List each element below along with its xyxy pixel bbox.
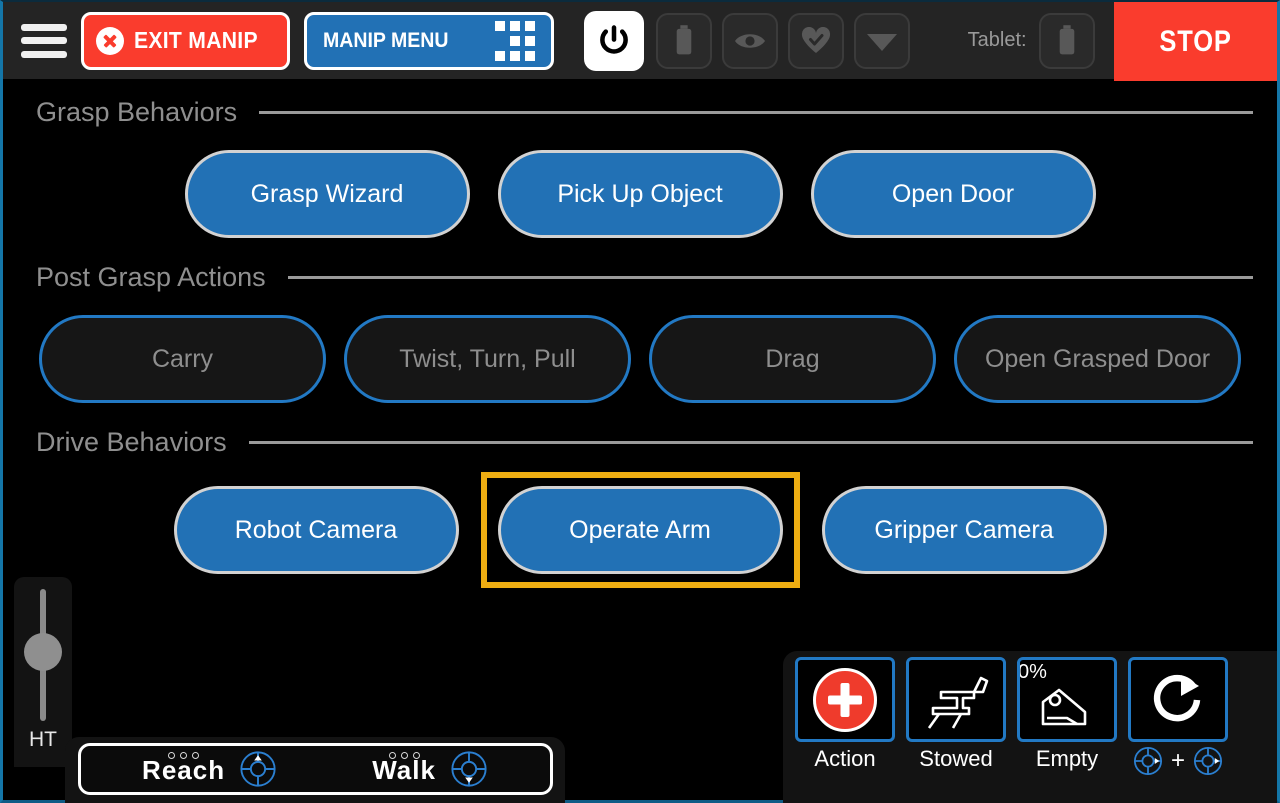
robot-camera-button[interactable]: Robot Camera: [173, 486, 459, 574]
grasp-wizard-button[interactable]: Grasp Wizard: [184, 150, 470, 238]
height-slider-label: HT: [29, 728, 57, 751]
button-label: Carry: [151, 344, 214, 373]
section-title: Drive Behaviors: [36, 427, 227, 457]
grid-icon: [494, 20, 535, 61]
button-label: Pick Up Object: [557, 179, 723, 208]
status-tile-wifi[interactable]: [853, 12, 910, 69]
manip-menu-label: MANIP MENU: [322, 28, 449, 52]
section-divider: [259, 111, 1253, 114]
gripper-tile-caption: Empty: [1035, 746, 1099, 771]
button-label: Operate Arm: [569, 515, 711, 544]
stowed-tile[interactable]: [906, 657, 1006, 742]
walk-label-group: Walk: [372, 752, 436, 786]
mobility-walk-item[interactable]: Walk: [372, 750, 488, 788]
status-icon-group: [655, 12, 910, 69]
button-label: Open Door: [891, 179, 1015, 208]
button-row-drive-behaviors: Robot Camera Operate Arm Gripper Camera: [3, 472, 1277, 588]
gripper-icon: [1041, 688, 1087, 725]
hamburger-menu-icon[interactable]: [21, 23, 67, 58]
tile-column-refresh: +: [1128, 657, 1228, 776]
open-grasped-door-button[interactable]: Open Grasped Door: [954, 315, 1241, 403]
red-plus-icon: [813, 667, 877, 732]
hamburger-bar: [21, 23, 67, 31]
x-circle-icon: [96, 26, 124, 55]
button-label: Open Grasped Door: [984, 344, 1211, 373]
drag-button[interactable]: Drag: [649, 315, 936, 403]
app-root: EXIT MANIP MANIP MENU Tablet: STOP Grasp…: [0, 0, 1280, 803]
gripper-percent-badge: 0%: [1018, 661, 1047, 683]
heart-check-icon: [801, 26, 830, 53]
operate-arm-button[interactable]: Operate Arm: [497, 486, 783, 574]
button-label: Robot Camera: [234, 515, 398, 544]
refresh-icon: [1153, 674, 1201, 721]
twist-turn-pull-button[interactable]: Twist, Turn, Pull: [344, 315, 631, 403]
top-toolbar: EXIT MANIP MANIP MENU Tablet: STOP: [3, 2, 1277, 81]
height-slider-knob[interactable]: [24, 633, 62, 672]
action-tile-caption: Action: [814, 746, 876, 771]
button-label: Grasp Wizard: [250, 179, 404, 208]
open-door-button[interactable]: Open Door: [810, 150, 1096, 238]
button-row-post-grasp-actions: Carry Twist, Turn, Pull Drag Open Graspe…: [3, 315, 1277, 403]
eye-icon: [734, 33, 765, 48]
stop-label: STOP: [1159, 24, 1232, 58]
dpad-down-icon[interactable]: [450, 750, 488, 788]
reach-label-group: Reach: [142, 752, 225, 786]
height-slider-panel: HT: [14, 577, 72, 767]
section-header-grasp-behaviors: Grasp Behaviors: [3, 97, 1277, 128]
manip-menu-button[interactable]: MANIP MENU: [303, 11, 554, 70]
focus-highlight-ring: Operate Arm: [480, 472, 800, 588]
mobility-panel: Reach Walk: [65, 737, 565, 803]
robot-stowed-icon: [927, 676, 989, 729]
power-button[interactable]: [583, 10, 644, 71]
dpad-up-icon[interactable]: [239, 750, 277, 788]
carry-button[interactable]: Carry: [39, 315, 326, 403]
joystick-combo-hint: +: [1133, 746, 1223, 776]
pick-up-object-button[interactable]: Pick Up Object: [497, 150, 783, 238]
joystick-plus-sign: +: [1170, 747, 1185, 774]
action-tile[interactable]: [795, 657, 895, 742]
refresh-tile[interactable]: [1128, 657, 1228, 742]
tile-column-stowed: Stowed: [906, 657, 1006, 772]
dpad-right-icon[interactable]: [1133, 746, 1163, 776]
section-title: Grasp Behaviors: [36, 97, 238, 127]
button-row-grasp-behaviors: Grasp Wizard Pick Up Object Open Door: [3, 150, 1277, 238]
main-content: Grasp Behaviors Grasp Wizard Pick Up Obj…: [3, 83, 1277, 803]
power-icon: [599, 24, 628, 54]
stop-button[interactable]: STOP: [1114, 2, 1277, 81]
reach-label: Reach: [142, 755, 226, 785]
status-tile-vision[interactable]: [721, 12, 778, 69]
battery-icon: [676, 24, 691, 54]
tile-column-gripper: 0% Empty: [1017, 657, 1117, 772]
battery-icon: [1059, 24, 1074, 54]
height-slider-track[interactable]: [24, 589, 62, 721]
hamburger-bar: [21, 50, 67, 58]
mobility-mode-selector[interactable]: Reach Walk: [77, 743, 553, 795]
section-title: Post Grasp Actions: [36, 262, 266, 292]
mobility-reach-item[interactable]: Reach: [142, 750, 277, 788]
section-divider: [248, 441, 1253, 444]
section-header-post-grasp-actions: Post Grasp Actions: [3, 262, 1277, 293]
status-tile-robot-battery[interactable]: [655, 12, 712, 69]
status-tile-health[interactable]: [787, 12, 844, 69]
dpad-right-icon[interactable]: [1193, 746, 1223, 776]
action-tile-bar: Action Stowed 0% Empty +: [783, 651, 1277, 803]
button-label: Gripper Camera: [874, 515, 1054, 544]
status-tile-tablet-battery[interactable]: [1038, 12, 1095, 69]
gripper-camera-button[interactable]: Gripper Camera: [821, 486, 1107, 574]
button-label: Twist, Turn, Pull: [399, 344, 576, 373]
gripper-tile[interactable]: 0%: [1017, 657, 1117, 742]
hamburger-bar: [21, 37, 67, 44]
wifi-icon: [866, 33, 897, 51]
stowed-tile-caption: Stowed: [919, 746, 993, 771]
tile-column-action: Action: [795, 657, 895, 772]
tablet-status-group: Tablet:: [967, 12, 1095, 69]
exit-manip-button[interactable]: EXIT MANIP: [81, 11, 290, 70]
walk-label: Walk: [372, 755, 436, 785]
tablet-label: Tablet:: [967, 29, 1027, 51]
exit-manip-label: EXIT MANIP: [134, 27, 258, 53]
section-divider: [287, 276, 1253, 279]
button-label: Drag: [765, 344, 820, 373]
section-header-drive-behaviors: Drive Behaviors: [3, 427, 1277, 458]
